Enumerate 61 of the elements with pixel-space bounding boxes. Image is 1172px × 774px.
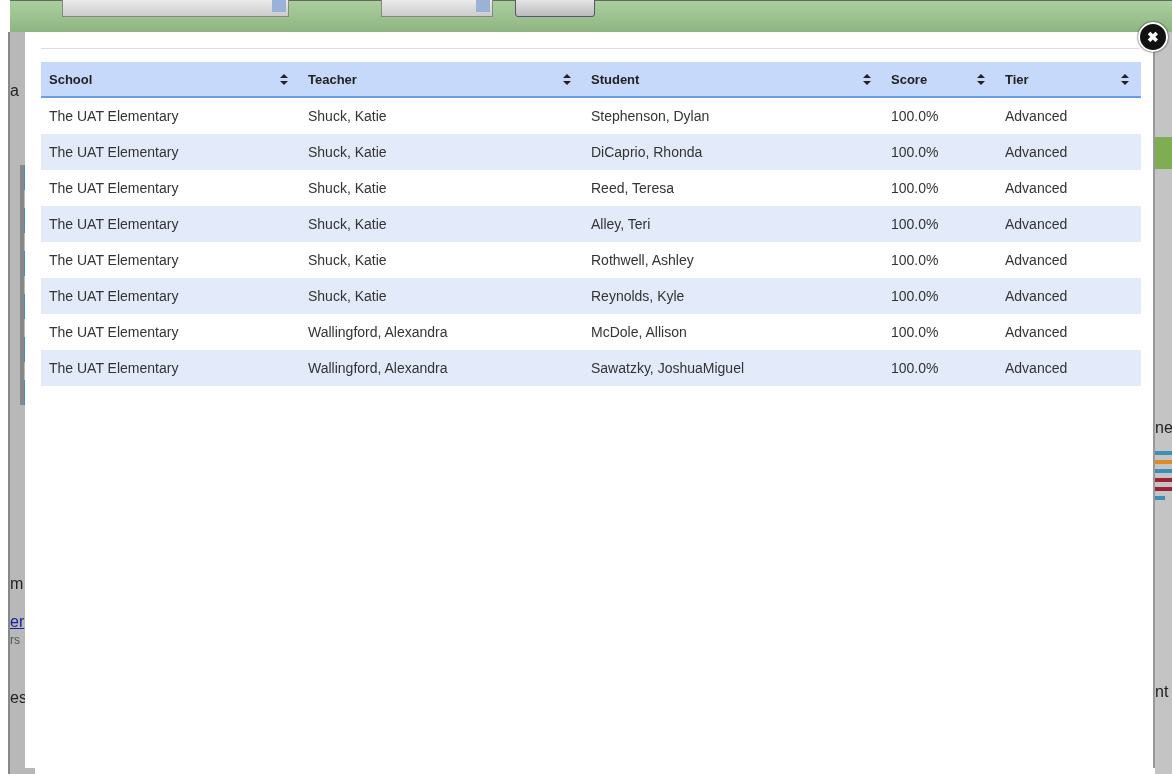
table-cell: The UAT Elementary — [41, 134, 300, 170]
sort-icon — [977, 74, 985, 85]
table-cell: Shuck, Katie — [300, 242, 583, 278]
text-fragment: rs — [10, 632, 20, 649]
table-cell: Stephenson, Dylan — [583, 97, 883, 134]
table-cell: Advanced — [997, 206, 1141, 242]
table-cell: 100.0% — [883, 242, 997, 278]
table-cell: Reed, Teresa — [583, 170, 883, 206]
table-cell: Advanced — [997, 350, 1141, 386]
table-cell: The UAT Elementary — [41, 206, 300, 242]
table-cell: 100.0% — [883, 134, 997, 170]
table-cell: The UAT Elementary — [41, 170, 300, 206]
sort-icon — [1121, 74, 1129, 85]
table-cell: Advanced — [997, 170, 1141, 206]
table-cell: Wallingford, Alexandra — [300, 314, 583, 350]
dropdown[interactable] — [62, 0, 289, 17]
text-fragment: nt — [1155, 683, 1169, 701]
table-cell: Advanced — [997, 134, 1141, 170]
table-cell: DiCaprio, Rhonda — [583, 134, 883, 170]
table-cell: Reynolds, Kyle — [583, 278, 883, 314]
table-cell: Wallingford, Alexandra — [300, 350, 583, 386]
table-cell: Alley, Teri — [583, 206, 883, 242]
table-cell: 100.0% — [883, 170, 997, 206]
table-cell: 100.0% — [883, 314, 997, 350]
column-header[interactable]: Teacher — [300, 62, 583, 97]
table-cell: The UAT Elementary — [41, 278, 300, 314]
table-cell: 100.0% — [883, 97, 997, 134]
column-header[interactable]: Score — [883, 62, 997, 97]
table-cell: Advanced — [997, 314, 1141, 350]
text-fragment: m — [10, 575, 24, 593]
filter-button[interactable] — [515, 0, 595, 17]
column-header[interactable]: Student — [583, 62, 883, 97]
table-cell: Shuck, Katie — [300, 170, 583, 206]
sort-icon — [280, 74, 288, 85]
table-cell: Shuck, Katie — [300, 278, 583, 314]
table-cell: McDole, Allison — [583, 314, 883, 350]
table-cell: The UAT Elementary — [41, 314, 300, 350]
text-fragment: ne — [1155, 419, 1172, 437]
table-cell: The UAT Elementary — [41, 97, 300, 134]
table-cell: Advanced — [997, 278, 1141, 314]
table-cell: 100.0% — [883, 350, 997, 386]
dropdown[interactable] — [381, 0, 493, 17]
sort-icon — [863, 74, 871, 85]
table-cell: The UAT Elementary — [41, 350, 300, 386]
table-cell: Rothwell, Ashley — [583, 242, 883, 278]
table-cell: 100.0% — [883, 206, 997, 242]
table-cell: Advanced — [997, 97, 1141, 134]
chart-bar — [1155, 137, 1172, 169]
column-header[interactable]: Tier — [997, 62, 1141, 97]
table-cell: Shuck, Katie — [300, 206, 583, 242]
table-cell: 100.0% — [883, 278, 997, 314]
column-header[interactable]: School — [41, 62, 300, 97]
link[interactable]: er — [10, 613, 25, 631]
chart-drawing — [1155, 451, 1172, 503]
table-cell: Shuck, Katie — [300, 97, 583, 134]
table-cell: Advanced — [997, 242, 1141, 278]
table-cell: The UAT Elementary — [41, 242, 300, 278]
table-cell: Sawatzky, JoshuaMiguel — [583, 350, 883, 386]
table-cell: Shuck, Katie — [300, 134, 583, 170]
text-fragment: a — [10, 82, 19, 100]
sort-icon — [563, 74, 571, 85]
